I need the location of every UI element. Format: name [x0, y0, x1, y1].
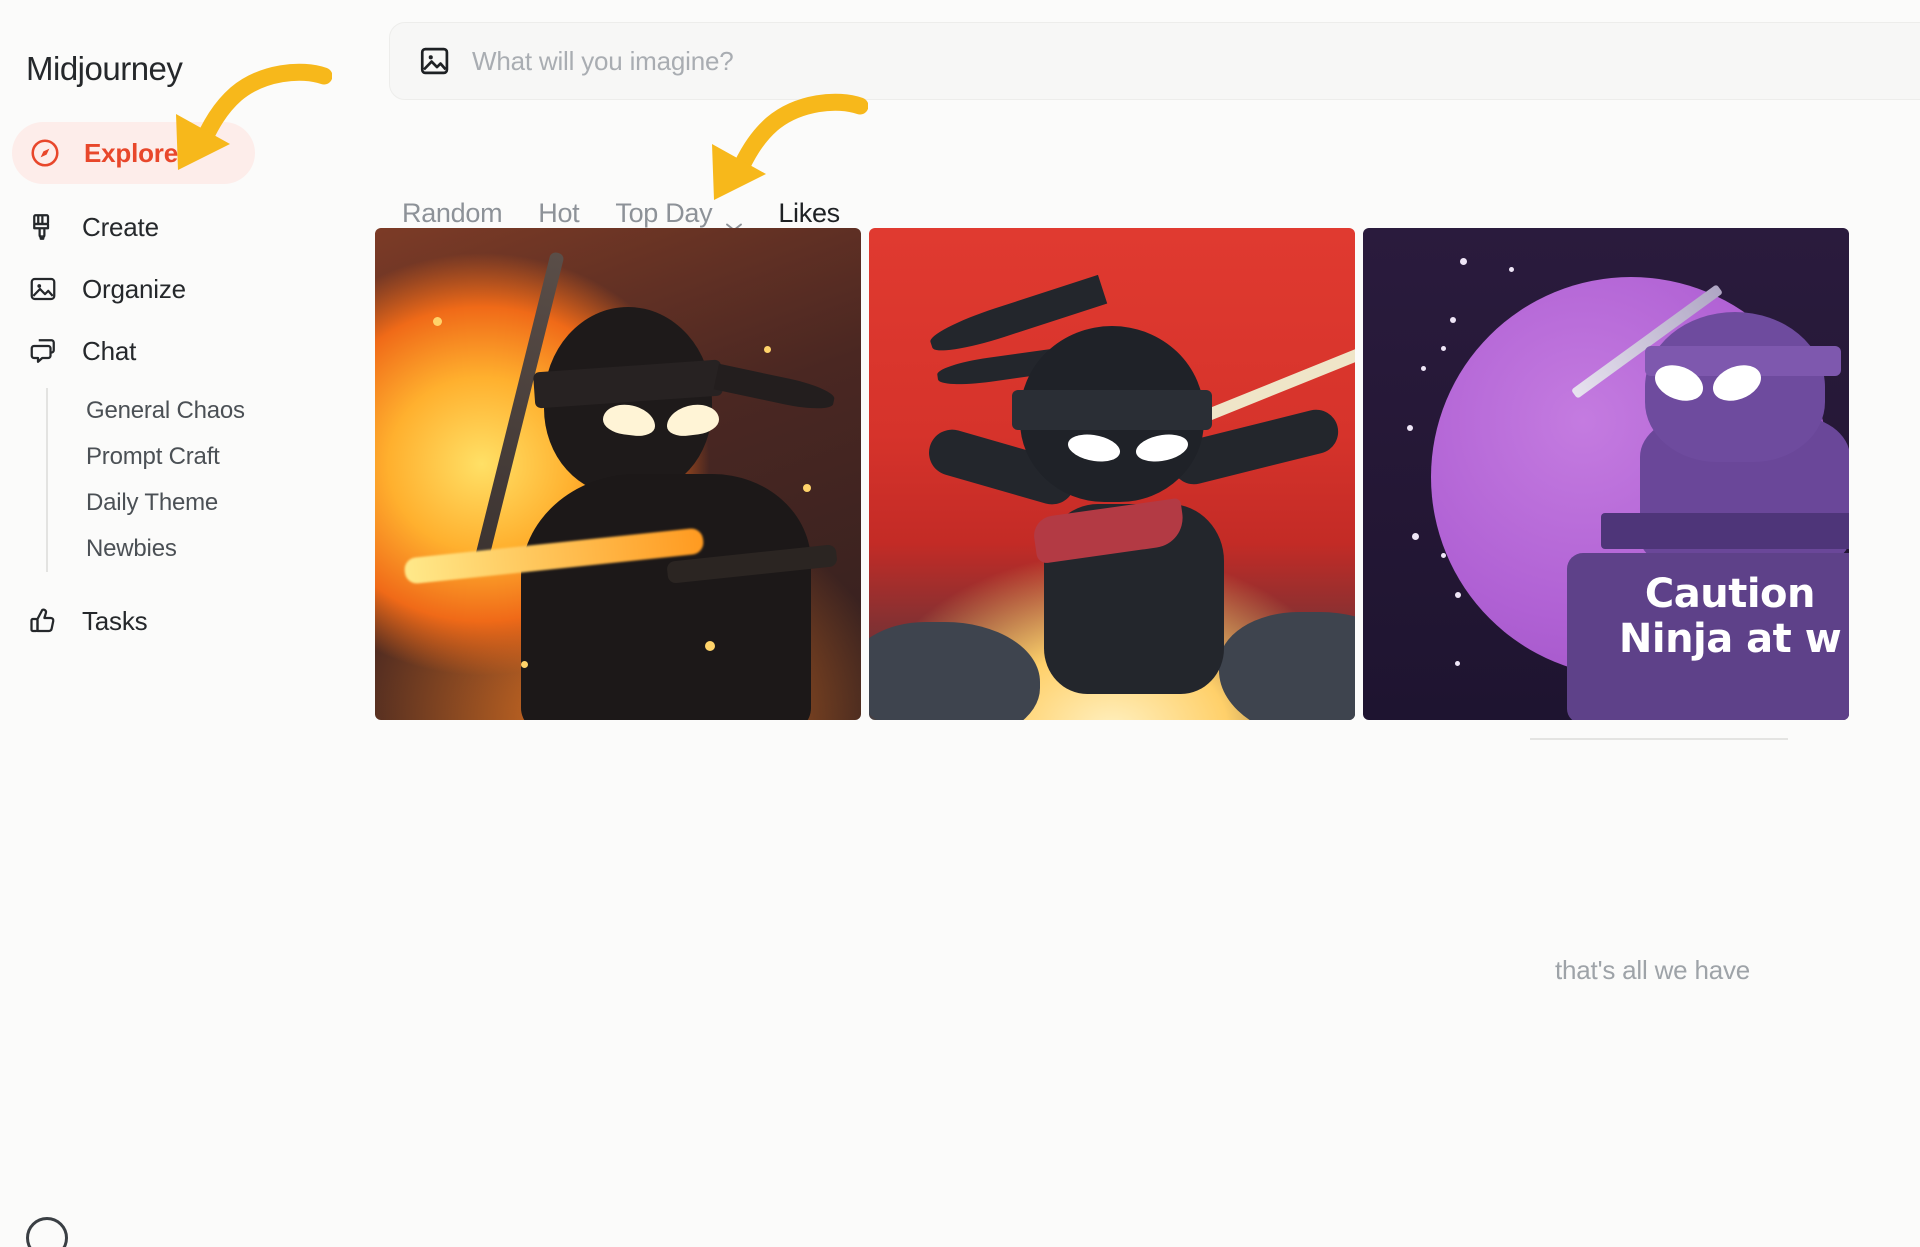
compass-icon: [28, 136, 62, 170]
filter-tabs: Random Hot Top Day Likes: [389, 198, 858, 231]
sidebar-item-explore[interactable]: Explore: [12, 122, 255, 184]
main-content: What will you imagine? Random Hot Top Da…: [375, 0, 1920, 1247]
sidebar-item-organize[interactable]: Organize: [0, 258, 375, 320]
headband-tail: [713, 363, 837, 414]
caution-line-1: Caution: [1644, 571, 1816, 618]
star: [1460, 257, 1468, 265]
star: [1406, 424, 1413, 431]
star: [1440, 346, 1446, 352]
star: [1440, 552, 1446, 558]
gallery-card[interactable]: [869, 228, 1355, 720]
rock: [869, 621, 1040, 720]
tab-label: Likes: [778, 198, 840, 228]
star: [1421, 365, 1427, 371]
ember: [763, 346, 771, 354]
gallery-card[interactable]: Caution Ninja at w: [1363, 228, 1849, 720]
image-icon[interactable]: [418, 44, 452, 78]
sidebar: Midjourney Explore Create Organize Chat …: [0, 0, 375, 1247]
sidebar-item-create[interactable]: Create: [0, 196, 375, 258]
sidebar-item-newbies[interactable]: Newbies: [48, 526, 375, 572]
midjourney-app: Midjourney Explore Create Organize Chat …: [0, 0, 1920, 1247]
tab-likes[interactable]: Likes: [760, 198, 858, 229]
end-of-results-text: that's all we have: [1555, 955, 1751, 985]
image-gallery: Caution Ninja at w: [375, 228, 1849, 720]
paintbrush-icon: [26, 210, 60, 244]
sidebar-item-label: Chat: [82, 335, 137, 366]
footer-divider: [1530, 738, 1788, 740]
sidebar-item-label: Create: [82, 211, 159, 242]
sidebar-item-label: Organize: [82, 273, 186, 304]
platform: [1601, 513, 1849, 550]
caution-caption: Caution Ninja at w: [1619, 571, 1849, 662]
tab-label: Random: [402, 198, 503, 228]
ember: [802, 483, 811, 492]
app-brand-title: Midjourney: [26, 50, 183, 87]
star: [1450, 316, 1457, 323]
ninja-headband: [1012, 390, 1212, 431]
chat-bubbles-icon: [26, 334, 60, 368]
tab-top-day[interactable]: Top Day: [597, 198, 760, 231]
gallery-card[interactable]: [375, 228, 861, 720]
sidebar-item-chat[interactable]: Chat: [0, 320, 375, 382]
help-circle-icon: [26, 1217, 68, 1247]
tab-random[interactable]: Random: [389, 198, 520, 229]
sidebar-item-daily-theme[interactable]: Daily Theme: [48, 480, 375, 526]
katana-blade: [1194, 338, 1355, 425]
caution-line-2: Ninja at w: [1618, 616, 1842, 663]
thumbs-up-icon: [26, 604, 60, 638]
chevron-down-icon: [724, 209, 743, 231]
rock: [1218, 611, 1355, 720]
star: [1455, 660, 1461, 666]
sidebar-item-label: Explore: [84, 137, 178, 168]
image-icon: [26, 272, 60, 306]
prompt-placeholder: What will you imagine?: [472, 45, 734, 76]
sidebar-bottom-icon[interactable]: [26, 1217, 70, 1247]
ember: [433, 316, 443, 326]
tab-label: Hot: [538, 198, 580, 228]
prompt-input-bar[interactable]: What will you imagine?: [389, 22, 1920, 100]
tab-hot[interactable]: Hot: [520, 198, 597, 229]
sidebar-item-label: Tasks: [82, 605, 148, 636]
ninja-body: [520, 474, 811, 720]
ember: [520, 660, 528, 668]
sidebar-item-prompt-craft[interactable]: Prompt Craft: [48, 434, 375, 480]
star: [1508, 267, 1514, 273]
sidebar-item-general-chaos[interactable]: General Chaos: [48, 388, 375, 434]
sidebar-item-tasks[interactable]: Tasks: [0, 590, 375, 652]
chat-channel-list: General Chaos Prompt Craft Daily Theme N…: [46, 388, 375, 572]
star: [1411, 533, 1419, 541]
star: [1455, 592, 1462, 599]
tab-label: Top Day: [615, 198, 713, 228]
